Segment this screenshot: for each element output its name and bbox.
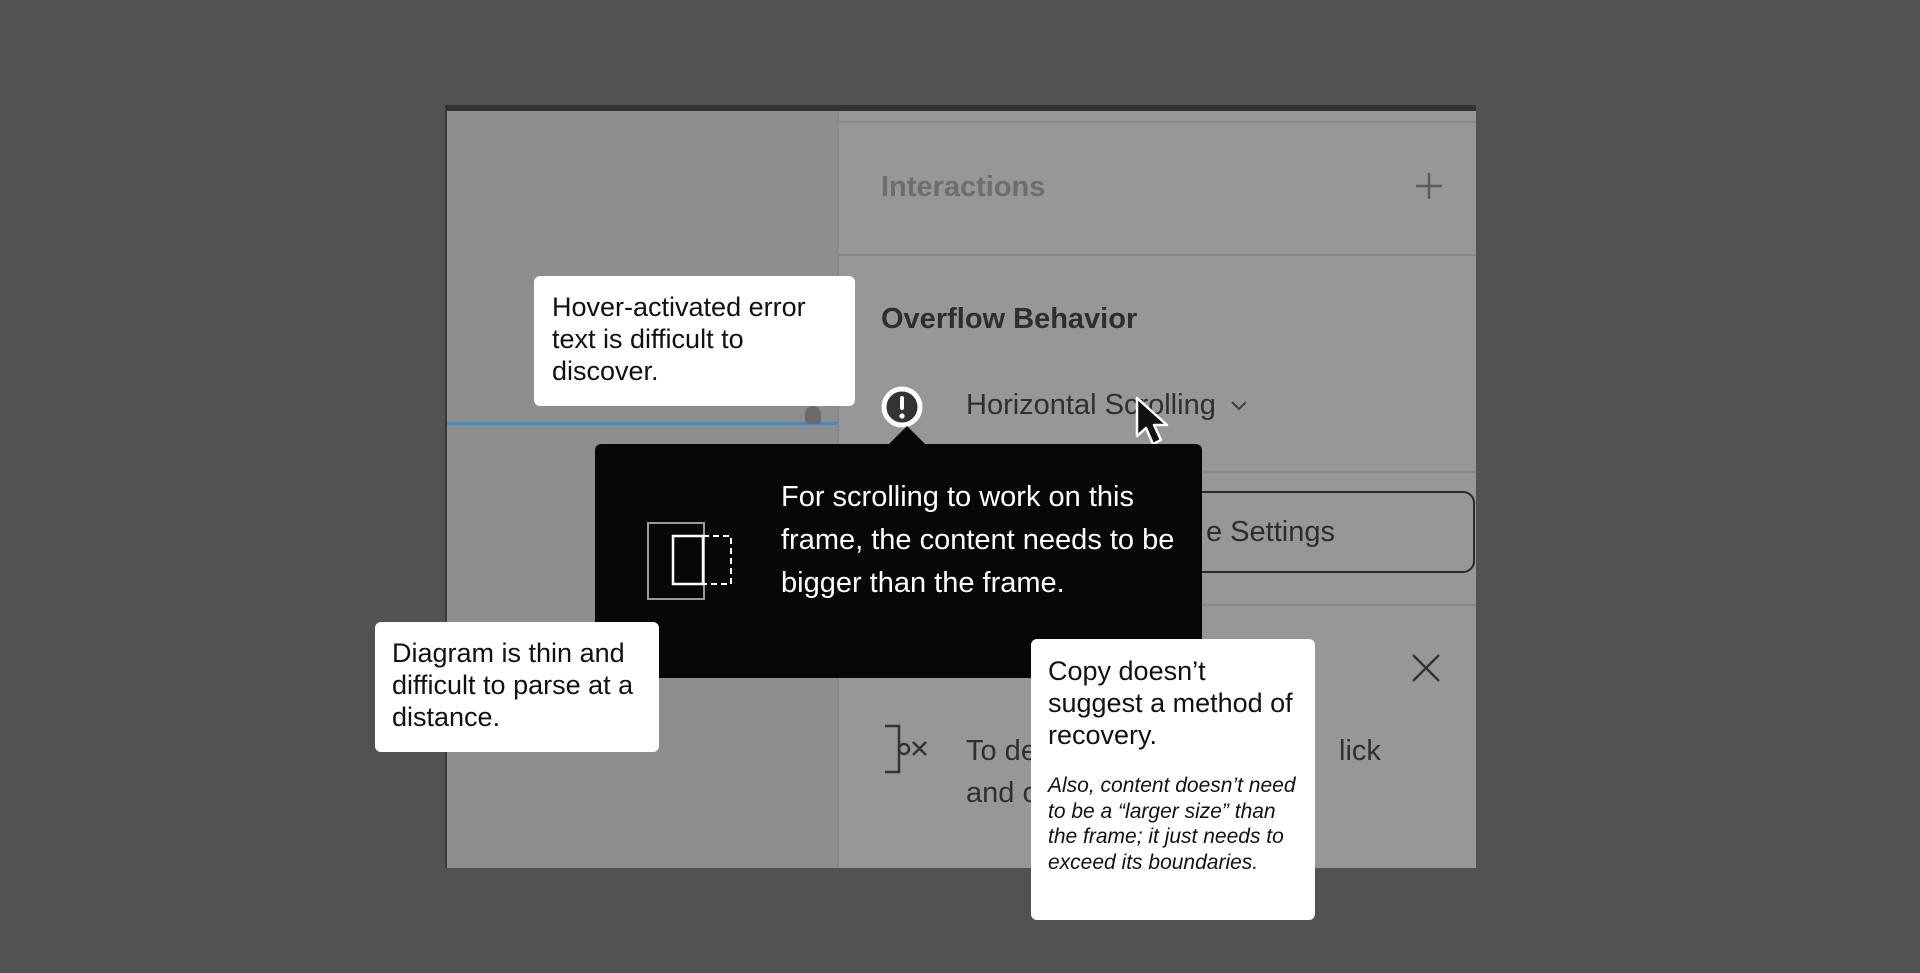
tooltip-message: For scrolling to work on this frame, the… <box>781 481 1175 599</box>
canvas-selection-line <box>447 422 837 425</box>
overflow-behavior-select[interactable]: Horizontal Scrolling <box>966 389 1248 422</box>
frame-overflow-diagram-icon <box>647 522 732 600</box>
close-icon[interactable] <box>1410 652 1442 684</box>
detach-help-text-line2: and c <box>966 777 1037 809</box>
interactions-heading: Interactions <box>881 171 1046 203</box>
overflow-behavior-value: Horizontal Scrolling <box>966 389 1216 421</box>
chevron-down-icon <box>1231 400 1247 411</box>
callout-copy-text: Copy doesn’t suggest a method of recover… <box>1048 656 1293 750</box>
warning-icon[interactable] <box>881 386 923 428</box>
panel-divider-top <box>839 121 1476 123</box>
panel-divider-interactions <box>839 254 1476 256</box>
detach-help-text-line1-end: lick <box>1339 735 1381 767</box>
tooltip-arrow <box>887 426 927 446</box>
callout-diagram-thin: Diagram is thin and difficult to parse a… <box>375 622 659 752</box>
detach-icon <box>885 724 927 774</box>
detach-help-text-line1: To de <box>966 735 1037 767</box>
callout-hover-text: Hover-activated error text is difficult … <box>552 292 806 386</box>
canvas-resize-handle[interactable] <box>805 406 821 424</box>
callout-copy-note: Also, content doesn’t need to be a “larg… <box>1048 774 1296 874</box>
callout-copy-recovery: Copy doesn’t suggest a method of recover… <box>1031 639 1315 920</box>
overflow-behavior-heading: Overflow Behavior <box>881 303 1138 335</box>
cursor-icon <box>1135 396 1169 446</box>
callout-diagram-text: Diagram is thin and difficult to parse a… <box>392 638 634 732</box>
callout-hover-error: Hover-activated error text is difficult … <box>534 276 855 406</box>
plus-icon[interactable] <box>1414 171 1444 201</box>
